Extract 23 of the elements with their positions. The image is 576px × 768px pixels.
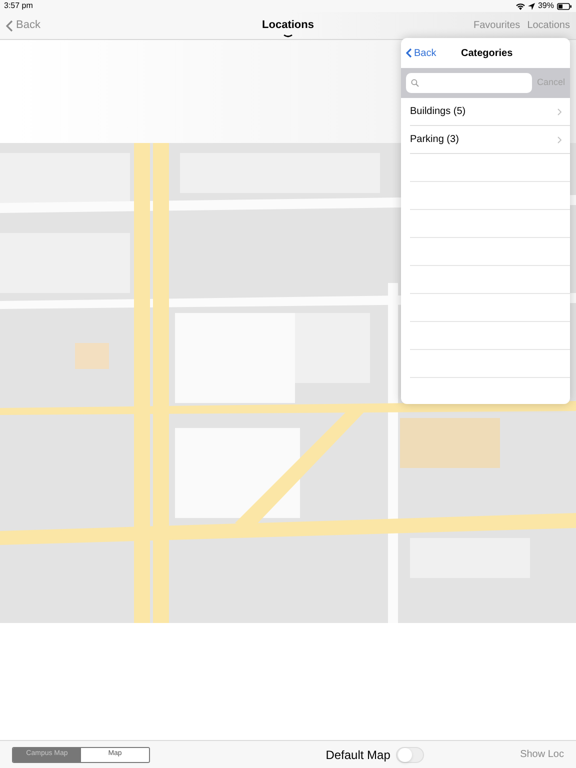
back-button[interactable]: Back — [6, 17, 40, 34]
category-row[interactable]: Parking (3) — [410, 126, 570, 154]
show-location-button[interactable]: Show Loc — [480, 747, 564, 762]
battery-percent: 39% — [538, 0, 554, 12]
search-icon — [411, 79, 419, 87]
popover-back-button[interactable]: Back — [406, 46, 436, 60]
default-map-toggle[interactable] — [396, 746, 424, 762]
status-time: 3:57 pm — [4, 0, 33, 12]
nav-title: Locations — [262, 18, 314, 33]
battery-icon — [557, 2, 572, 10]
location-arrow-icon — [528, 2, 535, 10]
chevron-left-icon — [406, 48, 412, 58]
nav-action-button[interactable]: Locations — [527, 18, 570, 33]
popover-title: Categories — [461, 46, 513, 60]
search-field[interactable] — [406, 73, 532, 93]
toggle-label: Default Map — [326, 746, 390, 764]
chevron-right-icon — [557, 108, 562, 116]
caret-down-icon — [283, 34, 293, 38]
chevron-right-icon — [557, 136, 562, 144]
wifi-icon — [516, 2, 525, 10]
nav-action-button[interactable]: Favourites — [474, 18, 520, 33]
category-row[interactable]: Buildings (5) — [410, 98, 570, 126]
chevron-left-icon — [6, 20, 13, 32]
